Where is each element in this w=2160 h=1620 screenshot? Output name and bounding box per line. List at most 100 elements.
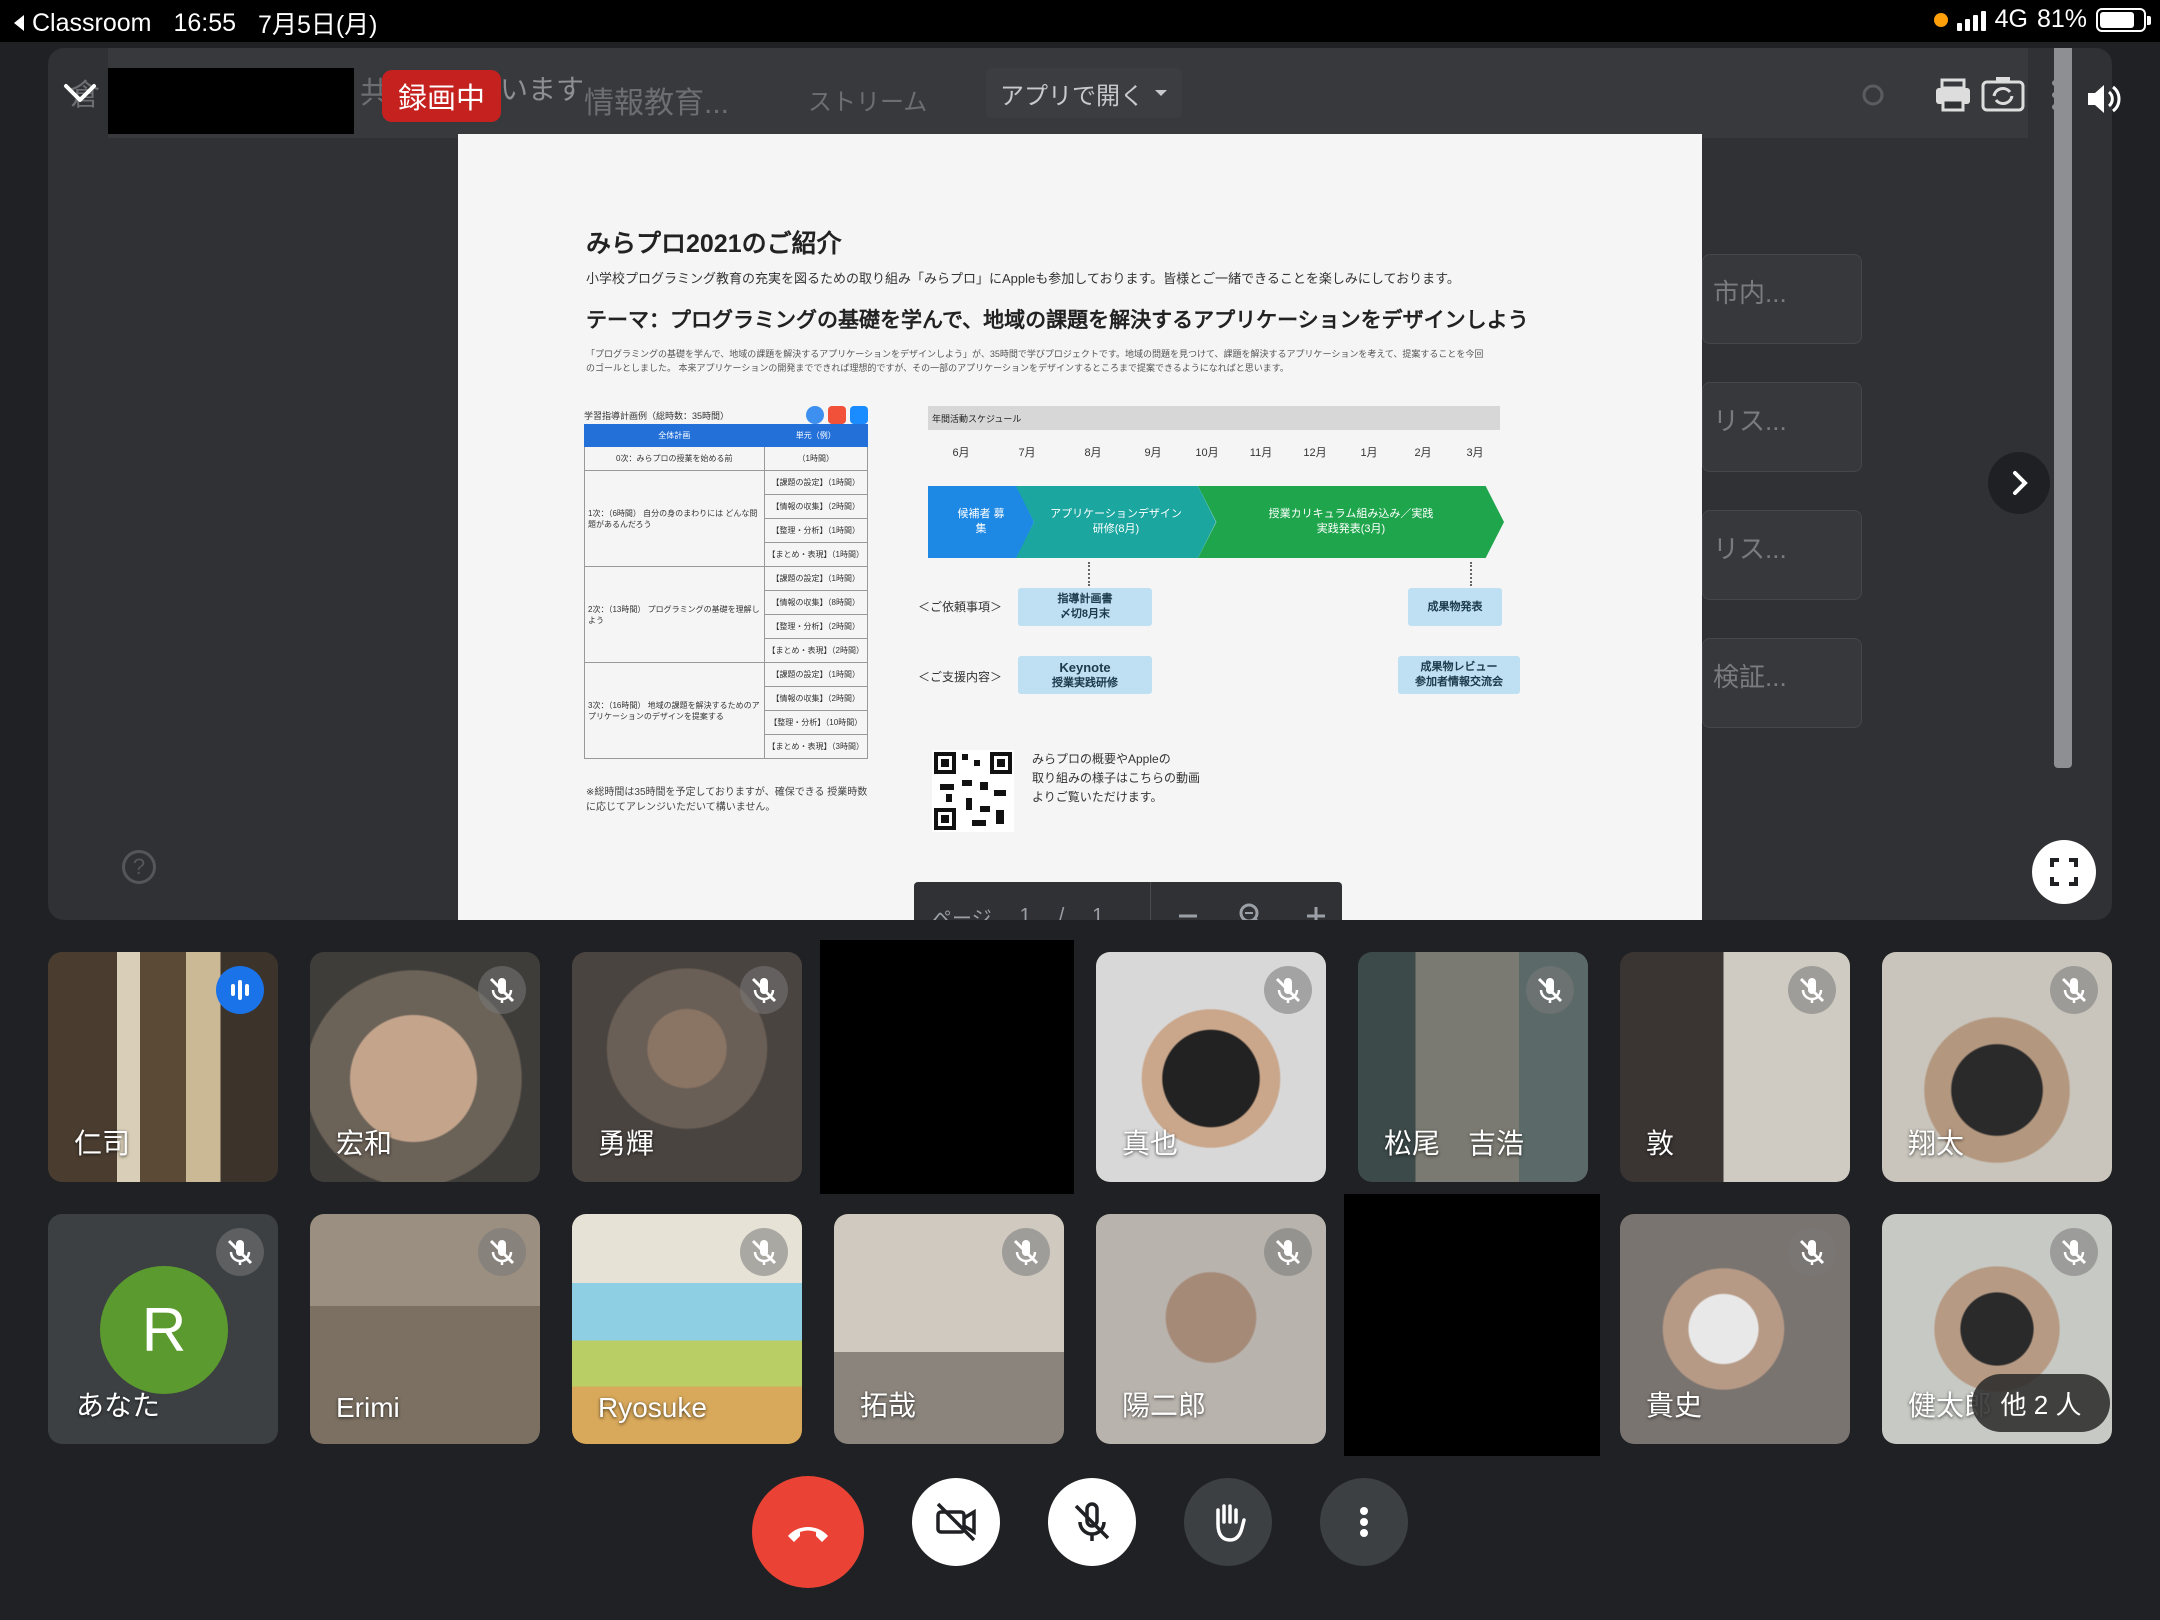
table-cell: 【課題の設定】（1時間） — [763, 470, 869, 495]
camera-toggle-button[interactable] — [912, 1478, 1000, 1566]
participant-tile[interactable]: 翔太 — [1882, 952, 2112, 1182]
safari-app-icon — [806, 406, 824, 424]
ghost-card-2: リス... — [1702, 382, 1862, 472]
recording-badge: 録画中 — [382, 70, 502, 122]
table-cell: 【課題の設定】（1時間） — [763, 566, 869, 591]
speaker-volume-icon[interactable] — [2082, 78, 2124, 120]
request-result-tag: 成果物発表 — [1408, 588, 1502, 626]
participant-tile[interactable]: 貴史 — [1620, 1214, 1850, 1444]
qr-code-icon — [932, 750, 1014, 832]
back-to-app-link[interactable]: Classroom — [12, 9, 151, 38]
back-triangle-icon — [14, 15, 24, 31]
zoom-fit-icon[interactable] — [1237, 901, 1267, 920]
schedule-months: 6月 7月 8月 9月 10月 11月 12月 1月 2月 3月 — [928, 444, 1500, 460]
participant-tile[interactable]: 真也 — [1096, 952, 1326, 1182]
table-cell: 【まとめ・表現】（2時間） — [763, 638, 869, 663]
hang-up-phone-icon — [788, 1527, 828, 1542]
collapse-chevron-icon[interactable] — [56, 68, 104, 116]
fullscreen-button[interactable] — [2032, 840, 2096, 904]
participant-tile-self[interactable]: R あなた — [48, 1214, 278, 1444]
shared-slide: みらプロ2021のご紹介 小学校プログラミング教育の充実を図るための取り組み「み… — [458, 134, 1702, 920]
participant-tile[interactable]: Ryosuke — [572, 1214, 802, 1444]
back-app-label: Classroom — [32, 8, 152, 37]
ghost-card-1: 市内... — [1702, 254, 1862, 344]
redacted-tile — [1344, 1194, 1600, 1456]
participant-tile[interactable]: 拓哉 — [834, 1214, 1064, 1444]
raise-hand-icon — [1216, 1504, 1246, 1542]
month-label: 6月 — [952, 447, 970, 459]
month-label: 9月 — [1144, 447, 1162, 459]
mic-muted-icon — [1264, 966, 1312, 1014]
table-caption: 学習指導計画例（総時数：35時間） — [584, 410, 730, 421]
month-label: 8月 — [1084, 447, 1102, 459]
month-label: 12月 — [1303, 447, 1327, 459]
page-current[interactable]: 1 — [1020, 905, 1031, 921]
table-cell: 【情報の収集】（8時間） — [763, 590, 869, 615]
support-review-tag: 成果物レビュー 参加者情報交流会 — [1398, 656, 1520, 694]
zoom-out-icon[interactable] — [1175, 903, 1201, 920]
participant-name: 仁司 — [74, 1128, 131, 1159]
redacted-tile — [820, 940, 1074, 1194]
table-note: ※総時間は35時間を予定しておりますが、確保できる 授業時数に応じてアレンジいた… — [586, 787, 868, 813]
participant-tile[interactable]: 勇輝 — [572, 952, 802, 1182]
gantt-phase-recruit: 候補者 募集 — [928, 486, 1034, 558]
presentation-stage: 倉 共 います 情報教育... ストリーム 市内... リス... リス... … — [48, 48, 2112, 920]
slide-paragraph: 「プログラミングの基礎を学んで、地域の課題を解決するアプリケーションをデザインし… — [586, 349, 1484, 373]
more-options-button[interactable] — [1320, 1478, 1408, 1566]
table-cell: 【整理・分析】（1時間） — [763, 518, 869, 543]
page-total: 1 — [1092, 904, 1104, 921]
participant-tile[interactable]: 陽二郎 — [1096, 1214, 1326, 1444]
mic-muted-icon — [1788, 966, 1836, 1014]
self-avatar: R — [100, 1266, 228, 1394]
month-label: 11月 — [1249, 447, 1273, 459]
mic-muted-icon — [478, 1228, 526, 1276]
connector — [1470, 562, 1472, 586]
signal-bars-icon — [1956, 9, 1986, 31]
table-cell: 0次：みらプロの授業を始める前 — [584, 446, 765, 471]
scrollbar[interactable] — [2054, 48, 2072, 768]
help-icon[interactable]: ? — [122, 850, 156, 884]
participant-name: 敦 — [1646, 1128, 1675, 1159]
table-cell: 【まとめ・表現】（1時間） — [763, 542, 869, 567]
participant-tile[interactable]: Erimi — [310, 1214, 540, 1444]
schedule-caption: 年間活動スケジュール — [928, 406, 1500, 430]
table-cell: 【課題の設定】（1時間） — [763, 662, 869, 687]
qr-caption: みらプロの概要やAppleの 取り組みの様子はこちらの動画 よりご覧いただけます… — [1032, 752, 1201, 805]
participant-tile[interactable]: 仁司 — [48, 952, 278, 1182]
zoom-in-icon[interactable] — [1303, 903, 1329, 920]
table-cell: 【情報の収集】（2時間） — [763, 494, 869, 519]
camera-off-icon — [936, 1502, 976, 1542]
table-header: 全体計画 — [584, 424, 765, 447]
table-header: 単元（例） — [763, 424, 869, 447]
table-cell-phase-2: 2次：（13時間） プログラミングの基礎を理解しよう — [584, 566, 765, 663]
network-type: 4G — [1994, 5, 2028, 33]
table-cell: 【整理・分析】（2時間） — [763, 614, 869, 639]
participant-name: あなた — [76, 1390, 161, 1421]
request-plan-tag: 指導計画書 〆切8月末 — [1018, 588, 1152, 626]
next-page-button[interactable] — [1988, 452, 2050, 514]
status-bar: Classroom 16:55 7月5日(月) 4G 81% — [0, 0, 2160, 42]
mic-muted-icon — [2050, 966, 2098, 1014]
open-in-app-button[interactable]: アプリで開く — [986, 68, 1182, 118]
support-keynote-tag: Keynote 授業実践研修 — [1018, 656, 1152, 694]
mic-muted-icon — [478, 966, 526, 1014]
mic-in-use-indicator-icon — [1933, 12, 1948, 27]
app-icons — [806, 406, 868, 424]
request-label: ＜ご依頼事項＞ — [918, 600, 1003, 614]
participant-tile[interactable]: 松尾 吉浩 — [1358, 952, 1588, 1182]
end-call-button[interactable] — [752, 1476, 864, 1588]
mic-toggle-button[interactable] — [1048, 1478, 1136, 1566]
print-icon[interactable] — [1928, 70, 1978, 120]
month-label: 7月 — [1018, 447, 1036, 459]
participant-name: 陽二郎 — [1122, 1390, 1207, 1421]
more-participants-button[interactable]: 他 2 人 — [1972, 1374, 2110, 1432]
participant-tile[interactable]: 敦 — [1620, 952, 1850, 1182]
ghost-stream-tab: ストリーム — [808, 89, 928, 116]
switch-camera-icon[interactable] — [1978, 70, 2028, 120]
page-separator: / — [1058, 904, 1065, 921]
mic-muted-icon — [2050, 1228, 2098, 1276]
support-label: ＜ご支援内容＞ — [918, 670, 1003, 684]
participant-tile[interactable]: 宏和 — [310, 952, 540, 1182]
raise-hand-button[interactable] — [1184, 1478, 1272, 1566]
participant-name: 翔太 — [1908, 1128, 1965, 1159]
